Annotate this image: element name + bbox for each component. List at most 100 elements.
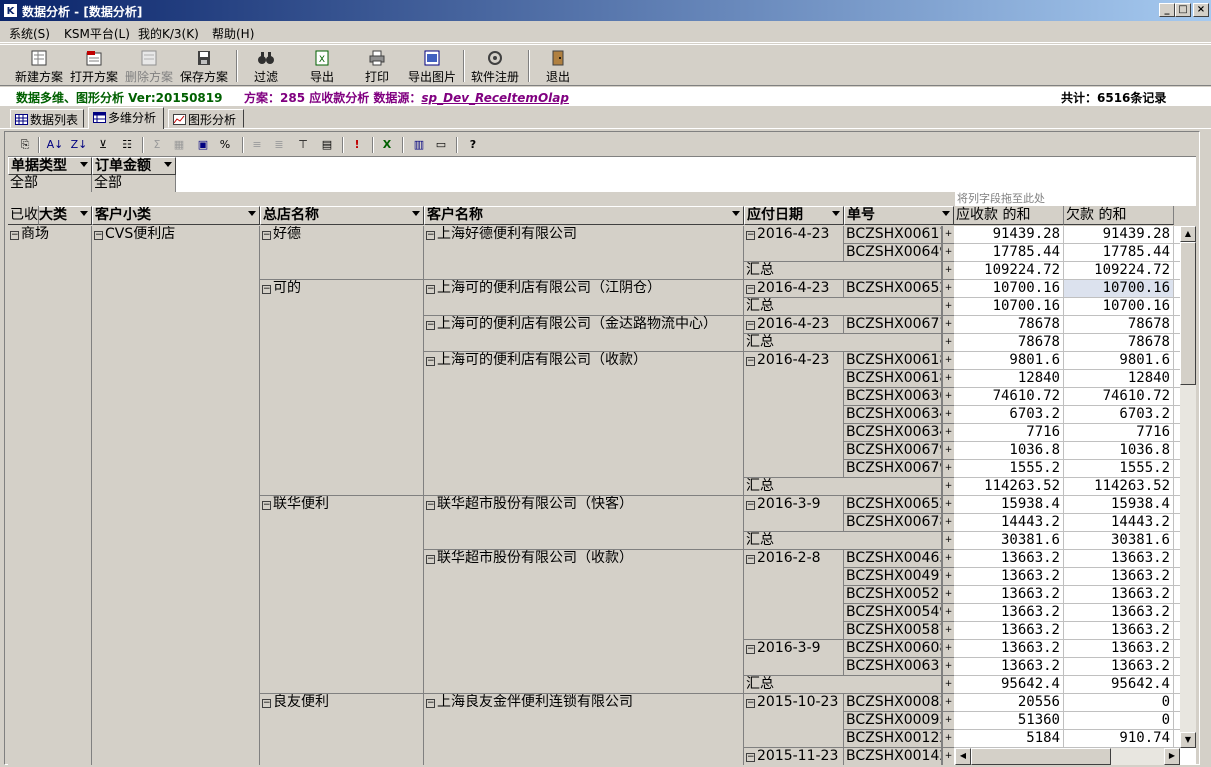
receivable-value[interactable]: 91439.28 [954, 226, 1064, 244]
arrears-value[interactable]: 78678 [1064, 316, 1174, 334]
expand-plus-icon[interactable]: + [942, 532, 954, 550]
filter-button[interactable]: 过滤 [250, 50, 282, 86]
menu-ksm[interactable]: KSM平台(L) [64, 25, 130, 42]
refresh-icon[interactable]: ! [348, 136, 366, 154]
expand-plus-icon[interactable]: + [942, 658, 954, 676]
expand-plus-icon[interactable]: + [942, 640, 954, 658]
chevron-down-icon[interactable] [80, 211, 88, 216]
collapse-icon[interactable]: ≡ [248, 136, 266, 154]
collapse-toggle-icon[interactable]: − [426, 285, 435, 294]
hscroll-thumb[interactable] [971, 748, 1111, 765]
row-header-2[interactable]: 总店名称 [260, 206, 424, 225]
receivable-value[interactable]: 13663.2 [954, 658, 1064, 676]
data-header-1[interactable]: 欠款 的和 [1064, 206, 1174, 225]
customer-cell[interactable]: − 上海可的便利店有限公司（江阴仓） [424, 280, 744, 316]
arrears-value[interactable]: 12840 [1064, 370, 1174, 388]
subtotal-arrears[interactable]: 10700.16 [1064, 298, 1174, 316]
subtotal-receivable[interactable]: 114263.52 [954, 478, 1064, 496]
sort-ascending-icon[interactable]: A↓ [46, 136, 64, 154]
expand-plus-icon[interactable]: + [942, 748, 954, 765]
chevron-down-icon[interactable] [164, 162, 172, 167]
due-date-cell[interactable]: −2016-4-23 [744, 316, 844, 334]
expand-icon[interactable]: ≣ [270, 136, 288, 154]
collapse-toggle-icon[interactable]: − [426, 555, 435, 564]
arrears-value[interactable]: 14443.2 [1064, 514, 1174, 532]
receivable-value[interactable]: 13663.2 [954, 622, 1064, 640]
open-plan-button[interactable]: 打开方案 [69, 50, 119, 86]
collapse-toggle-icon[interactable]: − [94, 231, 103, 240]
collapse-toggle-icon[interactable]: − [262, 501, 271, 510]
expand-plus-icon[interactable]: + [942, 316, 954, 334]
arrears-value[interactable]: 13663.2 [1064, 658, 1174, 676]
column-drop-zone[interactable]: 将列字段拖至此处 [955, 192, 1196, 206]
arrears-value[interactable]: 1036.8 [1064, 442, 1174, 460]
expand-plus-icon[interactable]: + [942, 334, 954, 352]
receivable-value[interactable]: 15938.4 [954, 496, 1064, 514]
sort-descending-icon[interactable]: Z↓ [70, 136, 88, 154]
receivable-value[interactable]: 17785.44 [954, 244, 1064, 262]
receivable-value[interactable]: 1036.8 [954, 442, 1064, 460]
arrears-value[interactable]: 13663.2 [1064, 640, 1174, 658]
expand-plus-icon[interactable]: + [942, 460, 954, 478]
subtotal-arrears[interactable]: 78678 [1064, 334, 1174, 352]
chevron-down-icon[interactable] [80, 162, 88, 167]
subcategory-cell[interactable]: − CVS便利店 [92, 226, 260, 765]
receivable-value[interactable]: 7716 [954, 424, 1064, 442]
store-cell[interactable]: − 可的 [260, 280, 424, 496]
subtotal-receivable[interactable]: 109224.72 [954, 262, 1064, 280]
due-date-cell[interactable]: −2015-11-23 [744, 748, 844, 765]
arrears-value[interactable]: 17785.44 [1064, 244, 1174, 262]
receivable-value[interactable]: 13663.2 [954, 604, 1064, 622]
minimize-button[interactable]: _ [1159, 3, 1175, 17]
collapse-toggle-icon[interactable]: − [10, 231, 19, 240]
expand-plus-icon[interactable]: + [942, 352, 954, 370]
row-header-5[interactable]: 单号 [844, 206, 954, 225]
horizontal-scrollbar[interactable]: ◀ ▶ [955, 748, 1180, 765]
expand-plus-icon[interactable]: + [942, 694, 954, 712]
expand-plus-icon[interactable]: + [942, 298, 954, 316]
customer-cell[interactable]: − 联华超市股份有限公司（收款） [424, 550, 744, 694]
subtotal-arrears[interactable]: 114263.52 [1064, 478, 1174, 496]
subtotal-receivable[interactable]: 95642.4 [954, 676, 1064, 694]
save-plan-button[interactable]: 保存方案 [179, 50, 229, 86]
receivable-value[interactable]: 10700.16 [954, 280, 1064, 298]
collapse-toggle-icon[interactable]: − [262, 285, 271, 294]
arrears-value[interactable]: 9801.6 [1064, 352, 1174, 370]
chevron-down-icon[interactable] [248, 211, 256, 216]
subtotal-receivable[interactable]: 78678 [954, 334, 1064, 352]
field-settings-icon[interactable]: ▭ [432, 136, 450, 154]
receivable-value[interactable]: 13663.2 [954, 586, 1064, 604]
collapse-toggle-icon[interactable]: − [746, 321, 755, 330]
chevron-down-icon[interactable] [412, 211, 420, 216]
due-date-cell[interactable]: −2016-4-23 [744, 352, 844, 478]
menu-system[interactable]: 系统(S) [9, 25, 50, 42]
percent-icon[interactable]: % [216, 136, 234, 154]
subtotal-receivable[interactable]: 30381.6 [954, 532, 1064, 550]
customer-cell[interactable]: − 上海好德便利有限公司 [424, 226, 744, 280]
receivable-value[interactable]: 12840 [954, 370, 1064, 388]
subtotal-receivable[interactable]: 10700.16 [954, 298, 1064, 316]
customer-cell[interactable]: − 上海可的便利店有限公司（收款） [424, 352, 744, 496]
copy-icon[interactable]: ⎘ [16, 136, 34, 154]
customer-cell[interactable]: − 联华超市股份有限公司（快客） [424, 496, 744, 550]
collapse-toggle-icon[interactable]: − [746, 231, 755, 240]
collapse-toggle-icon[interactable]: − [262, 231, 271, 240]
expand-plus-icon[interactable]: + [942, 370, 954, 388]
collapse-toggle-icon[interactable]: − [746, 357, 755, 366]
show-as-icon[interactable]: ▣ [194, 136, 212, 154]
expand-plus-icon[interactable]: + [942, 424, 954, 442]
arrears-value[interactable]: 13663.2 [1064, 550, 1174, 568]
row-header-3[interactable]: 客户名称 [424, 206, 744, 225]
subtotal-arrears[interactable]: 30381.6 [1064, 532, 1174, 550]
arrears-value[interactable]: 7716 [1064, 424, 1174, 442]
arrears-value[interactable]: 13663.2 [1064, 622, 1174, 640]
tab-multi-dim[interactable]: 多维分析 [88, 107, 164, 129]
collapse-toggle-icon[interactable]: − [746, 753, 755, 762]
arrears-value[interactable]: 1555.2 [1064, 460, 1174, 478]
export-image-button[interactable]: 导出图片 [406, 50, 458, 86]
tab-data-list[interactable]: 数据列表 [10, 109, 84, 128]
menu-help[interactable]: 帮助(H) [212, 25, 254, 42]
close-button[interactable]: × [1193, 3, 1209, 17]
expand-plus-icon[interactable]: + [942, 568, 954, 586]
collapse-toggle-icon[interactable]: − [426, 231, 435, 240]
